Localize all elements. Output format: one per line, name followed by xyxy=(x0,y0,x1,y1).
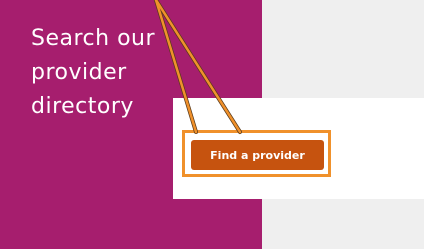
page: Search our provider directory Find a pro… xyxy=(0,0,424,249)
find-a-provider-button[interactable]: Find a provider xyxy=(191,140,324,170)
panel-heading: Search our provider directory xyxy=(31,26,156,119)
